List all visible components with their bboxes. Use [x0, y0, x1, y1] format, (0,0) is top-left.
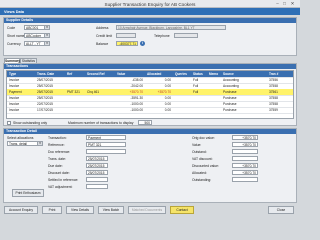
detail-label: Outstanding: — [192, 178, 212, 182]
detail-right-column: Orig doc value: +3570.70 Value: +3570.70… — [192, 135, 292, 194]
balance-field: -400377.71 — [116, 41, 138, 46]
detail-value: +3570.70 — [232, 163, 258, 168]
max-transactions-input[interactable]: 500 — [138, 120, 152, 125]
outstanding-only-checkbox[interactable] — [7, 121, 11, 125]
cell-date: 17/07/2015 — [37, 108, 53, 112]
code-field[interactable]: ABC001 ▼ — [24, 25, 50, 30]
detail-label: Allocated: — [192, 171, 207, 175]
detail-label: Doc reference: — [48, 150, 71, 154]
account-enquiry-button[interactable]: Account Enquiry — [4, 206, 38, 214]
table-row[interactable]: Invoice 17/07/2015 -1000.00 0.00 Purchas… — [7, 107, 293, 114]
detail-value — [86, 177, 108, 182]
cell-type: Invoice — [9, 108, 20, 112]
detail-label: Reference: — [48, 143, 65, 147]
detail-value: 25/07/2015 — [86, 156, 108, 161]
window-title: Supplier Transaction Enquiry for AB Cook… — [104, 1, 196, 7]
detail-value: +3570.70 — [232, 135, 258, 140]
detail-value — [232, 177, 258, 182]
detail-label: Discount date: — [48, 171, 70, 175]
address-field: 10 Armchair Avenue, Blackburn, Lancashir… — [116, 25, 226, 30]
detail-value: +3570.70 — [232, 170, 258, 175]
address-label: Address — [96, 26, 109, 30]
telephone-label: Telephone — [154, 34, 170, 38]
transactions-panel: Transactions Type Trans. Date Ref Second… — [3, 63, 297, 126]
transactions-header: Transactions — [4, 64, 296, 69]
credit-limit-field — [116, 33, 136, 38]
allocations-select[interactable]: Trans. detail ▼ — [7, 141, 43, 146]
close-button[interactable]: Close — [268, 206, 294, 214]
chevron-down-icon[interactable]: ▼ — [37, 142, 42, 145]
currency-value: ALLT - YT — [26, 42, 41, 46]
view-details-button[interactable]: View Details — [66, 206, 94, 214]
cell-source: Purchase — [223, 108, 237, 112]
select-allocations-label: Select allocations — [7, 136, 34, 140]
detail-label: Trans. date: — [48, 157, 66, 161]
detail-value — [232, 156, 258, 161]
currency-label: Currency — [7, 42, 21, 46]
detail-label: Due date: — [48, 164, 63, 168]
sub-header-bar: Views Data — [0, 8, 300, 15]
detail-value — [86, 184, 108, 189]
detail-value: Payment — [86, 135, 126, 140]
currency-field[interactable]: ALLT - YT ▼ — [24, 41, 50, 46]
short-name-value: ABCooker — [26, 34, 42, 38]
matched-documents-button[interactable]: Matched Documents — [128, 206, 166, 214]
detail-label: Orig doc value: — [192, 136, 215, 140]
view-batch-button[interactable]: View Batch — [98, 206, 124, 214]
close-icon[interactable]: ✕ — [289, 1, 296, 6]
detail-label: VAT discount: — [192, 157, 213, 161]
detail-label: Value: — [192, 143, 202, 147]
detail-label: Discounted value: — [192, 164, 219, 168]
transaction-detail-header: Transaction Detail — [4, 129, 296, 134]
short-name-field[interactable]: ABCooker ▼ — [24, 33, 50, 38]
balance-label: Balance — [96, 42, 109, 46]
detail-value — [232, 149, 258, 154]
window-titlebar: Supplier Transaction Enquiry for AB Cook… — [0, 0, 300, 8]
max-transactions-label: Maximum number of transactions to displa… — [68, 121, 134, 125]
detail-label: Settled in reference: — [48, 178, 79, 182]
supplier-details-panel: Supplier Details Code ABC001 ▼ Short nam… — [3, 17, 297, 56]
outstanding-only-label: Show outstanding only — [13, 121, 48, 125]
info-icon[interactable]: i — [140, 41, 145, 46]
detail-label: VAT adjustment: — [48, 185, 73, 189]
code-label: Code — [7, 26, 16, 30]
print-button[interactable]: Print — [42, 206, 62, 214]
chevron-down-icon[interactable]: ▼ — [44, 42, 49, 45]
telephone-field — [174, 33, 198, 38]
allocations-select-value: Trans. detail — [9, 142, 28, 146]
detail-value — [86, 149, 126, 154]
detail-value: 25/07/2015 — [86, 163, 108, 168]
cell-allocated: 0.00 — [164, 108, 171, 112]
supplier-details-header: Supplier Details — [4, 18, 296, 23]
transaction-detail-panel: Transaction Detail Select allocations Tr… — [3, 128, 297, 203]
short-name-label: Short name — [7, 34, 25, 38]
detail-label: Outstand: — [192, 150, 207, 154]
cell-value: -1000.00 — [130, 108, 143, 112]
detail-label: Transaction: — [48, 136, 67, 140]
detail-value: 25/07/2015 — [86, 170, 108, 175]
code-value: ABC001 — [26, 26, 39, 30]
contact-button[interactable]: Contact — [170, 206, 194, 214]
credit-limit-label: Credit limit — [96, 34, 113, 38]
print-enthusiasm-button[interactable]: Print Enthusiasm — [12, 189, 44, 197]
maximize-icon[interactable]: □ — [281, 1, 288, 6]
cell-tran-no: 37559 — [269, 108, 278, 112]
detail-left-column: Transaction: Payment Reference: PMT 321 … — [48, 135, 148, 194]
minimize-icon[interactable]: – — [274, 1, 281, 6]
chevron-down-icon[interactable]: ▼ — [44, 26, 49, 29]
detail-value: PMT 321 — [86, 142, 126, 147]
transactions-grid: Type Trans. Date Ref Second Ref Value Al… — [6, 70, 294, 119]
sub-header-label: Views Data — [4, 9, 24, 14]
detail-value: +3570.70 — [232, 142, 258, 147]
chevron-down-icon[interactable]: ▼ — [44, 34, 49, 37]
